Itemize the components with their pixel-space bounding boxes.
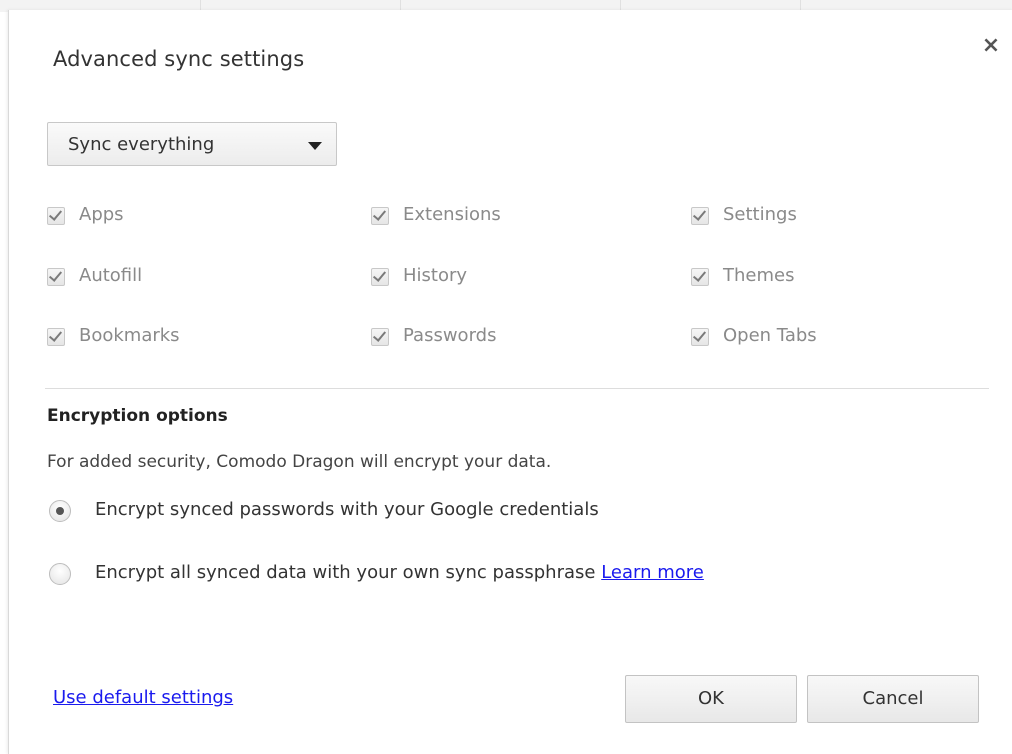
- radio-label: Encrypt synced passwords with your Googl…: [95, 499, 599, 520]
- cancel-button[interactable]: Cancel: [807, 675, 979, 723]
- checkbox-label: History: [403, 265, 468, 286]
- checkbox-label: Passwords: [403, 325, 497, 346]
- screen: Advanced sync settings × Sync everything…: [0, 0, 1012, 754]
- radio-label-row: Encrypt all synced data with your own sy…: [95, 562, 704, 583]
- checkbox-label: Apps: [79, 204, 124, 225]
- advanced-sync-dialog: Advanced sync settings × Sync everything…: [8, 10, 1012, 754]
- checkbox-checked-icon: [47, 207, 65, 225]
- checkbox-label: Extensions: [403, 204, 501, 225]
- checkbox-label: Autofill: [79, 265, 143, 286]
- learn-more-link[interactable]: Learn more: [601, 562, 704, 583]
- dropdown-arrow-icon: [308, 142, 322, 150]
- section-divider: [45, 388, 989, 389]
- checkbox-label: Open Tabs: [723, 325, 817, 346]
- close-icon[interactable]: ×: [979, 34, 1003, 58]
- checkbox-checked-icon: [691, 207, 709, 225]
- radio-selected-icon: [49, 500, 71, 522]
- checkbox-checked-icon: [371, 268, 389, 286]
- checkbox-checked-icon: [371, 207, 389, 225]
- encryption-heading: Encryption options: [47, 406, 228, 426]
- checkbox-checked-icon: [691, 268, 709, 286]
- radio-label: Encrypt all synced data with your own sy…: [95, 562, 596, 583]
- ok-button[interactable]: OK: [625, 675, 797, 723]
- radio-unselected-icon: [49, 563, 71, 585]
- use-default-settings-link[interactable]: Use default settings: [53, 687, 233, 708]
- encryption-description: For added security, Comodo Dragon will e…: [47, 452, 552, 472]
- checkbox-checked-icon: [47, 268, 65, 286]
- dialog-title: Advanced sync settings: [53, 47, 305, 71]
- checkbox-checked-icon: [371, 328, 389, 346]
- sync-mode-select[interactable]: Sync everything: [47, 122, 337, 166]
- checkbox-label: Bookmarks: [79, 325, 180, 346]
- checkbox-checked-icon: [691, 328, 709, 346]
- sync-mode-value: Sync everything: [68, 134, 215, 155]
- checkbox-checked-icon: [47, 328, 65, 346]
- checkbox-label: Settings: [723, 204, 797, 225]
- checkbox-label: Themes: [723, 265, 795, 286]
